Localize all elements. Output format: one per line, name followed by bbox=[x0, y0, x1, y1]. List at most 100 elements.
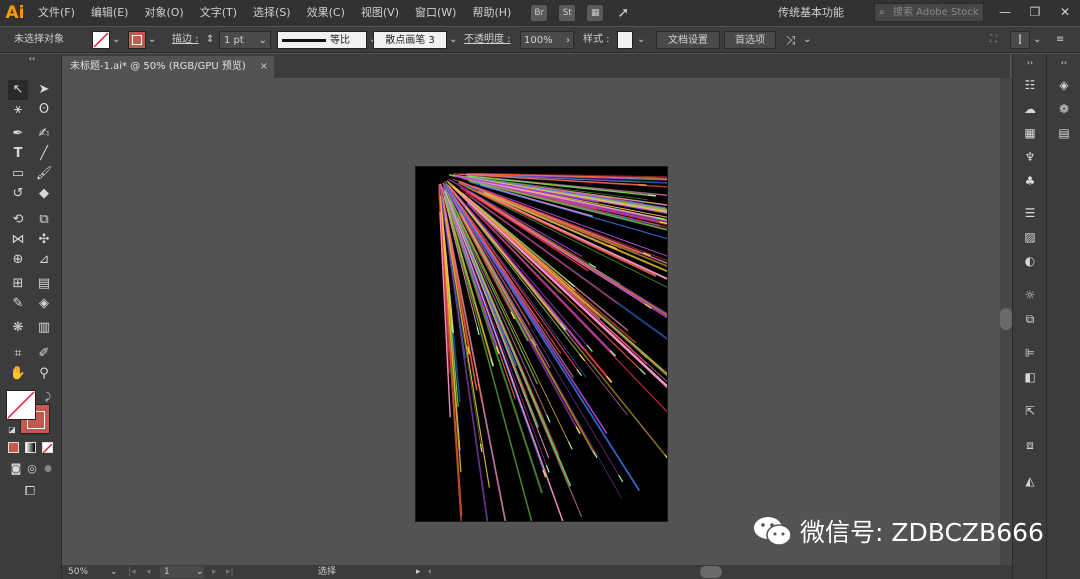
variable-width-profile[interactable]: 等比 bbox=[277, 31, 367, 49]
draw-inside-icon[interactable]: ● bbox=[38, 459, 58, 479]
artboard-tool-icon[interactable]: ⌗ bbox=[8, 344, 28, 364]
gradient-mode-icon[interactable] bbox=[25, 442, 36, 453]
pen-tool-icon[interactable]: ✒ bbox=[8, 124, 28, 144]
close-window-button[interactable]: ✕ bbox=[1050, 0, 1080, 26]
menu-edit[interactable]: 编辑(E) bbox=[83, 0, 137, 26]
menu-file[interactable]: 文件(F) bbox=[30, 0, 83, 26]
export-icon[interactable]: ⇱ bbox=[1021, 402, 1039, 420]
symbol-sprayer-tool-icon[interactable]: ❋ bbox=[8, 318, 28, 338]
line-tool-icon[interactable]: ╱ bbox=[34, 144, 54, 164]
preferences-button[interactable]: 首选项 bbox=[724, 31, 776, 49]
transparency-icon[interactable]: ◐ bbox=[1021, 252, 1039, 270]
gradient-panel-icon[interactable]: ▨ bbox=[1021, 228, 1039, 246]
menu-type[interactable]: 文字(T) bbox=[192, 0, 245, 26]
collapse-panel-icon[interactable]: ‹‹ bbox=[22, 54, 42, 64]
zoom-dropdown-icon[interactable]: ⌄ bbox=[110, 565, 118, 579]
menu-window[interactable]: 窗口(W) bbox=[407, 0, 464, 26]
magic-wand-tool-icon[interactable]: ⚹ bbox=[8, 100, 28, 120]
menu-object[interactable]: 对象(O) bbox=[136, 0, 191, 26]
eraser-tool-icon[interactable]: ◆ bbox=[34, 184, 54, 204]
hand-tool-icon[interactable]: ✋ bbox=[8, 364, 28, 384]
menu-select[interactable]: 选择(S) bbox=[245, 0, 299, 26]
graphic-styles-icon[interactable]: ⧉ bbox=[1021, 310, 1039, 328]
color-panel-icon[interactable]: ❁ bbox=[1055, 100, 1073, 118]
fill-color-box[interactable] bbox=[6, 390, 36, 420]
brush-dropdown-icon[interactable]: ⌄ bbox=[449, 31, 459, 49]
shaper-tool-icon[interactable]: ↺ bbox=[8, 184, 28, 204]
gpu-rocket-icon[interactable]: ➚ bbox=[615, 5, 631, 21]
properties-icon[interactable]: ☷ bbox=[1021, 76, 1039, 94]
eyedropper-tool-icon[interactable]: ✎ bbox=[8, 294, 28, 314]
stroke-panel-icon[interactable]: ☰ bbox=[1021, 204, 1039, 222]
rectangle-tool-icon[interactable]: ▭ bbox=[8, 164, 28, 184]
info-panel-icon[interactable]: ▤ bbox=[1055, 124, 1073, 142]
curvature-tool-icon[interactable]: ✍ bbox=[34, 124, 54, 144]
align-panel-icon[interactable]: ⫿ bbox=[1010, 31, 1030, 49]
gradient-tool-icon[interactable]: ▤ bbox=[34, 274, 54, 294]
fill-dropdown-icon[interactable]: ⌄ bbox=[112, 31, 122, 49]
horizontal-scroll-thumb[interactable] bbox=[700, 566, 722, 578]
artboard[interactable] bbox=[415, 166, 668, 522]
panel-menu-dropdown-icon[interactable]: ⌄ bbox=[1033, 31, 1043, 49]
panel-menu-icon[interactable]: ≡ bbox=[1056, 31, 1070, 49]
color-mode-icon[interactable] bbox=[8, 442, 19, 453]
column-graph-tool-icon[interactable]: ▥ bbox=[34, 318, 54, 338]
arrange-documents-icon[interactable]: ▦ bbox=[587, 5, 604, 21]
symbols-icon[interactable]: ♣ bbox=[1021, 172, 1039, 190]
artboards-panel-icon[interactable]: ⧈ bbox=[1021, 436, 1039, 454]
none-mode-icon[interactable] bbox=[42, 442, 53, 454]
pathfinder-icon[interactable]: ◧ bbox=[1021, 368, 1039, 386]
swatches-icon[interactable]: ▦ bbox=[1021, 124, 1039, 142]
stock-search-input[interactable]: ⌕ 搜索 Adobe Stock bbox=[874, 3, 984, 22]
direct-selection-tool-icon[interactable]: ➤ bbox=[34, 80, 54, 100]
stroke-weight-field[interactable]: 1 pt ⌄ bbox=[219, 31, 271, 49]
swap-fill-stroke-icon[interactable]: ⤸ bbox=[38, 388, 58, 408]
select-similar-dropdown-icon[interactable]: ⌄ bbox=[803, 31, 813, 49]
close-tab-icon[interactable]: × bbox=[260, 56, 268, 78]
scale-tool-icon[interactable]: ⧉ bbox=[34, 210, 54, 230]
fill-swatch[interactable] bbox=[92, 31, 110, 49]
stroke-stepper-icon[interactable]: ⇕ bbox=[206, 31, 218, 49]
first-artboard-icon[interactable]: |◂ bbox=[128, 565, 136, 579]
collapse-dock-icon[interactable]: ›› bbox=[1021, 54, 1039, 72]
last-artboard-icon[interactable]: ▸| bbox=[226, 565, 234, 579]
document-setup-button[interactable]: 文档设置 bbox=[656, 31, 720, 49]
expand-dock-icon[interactable]: ‹‹ bbox=[1055, 54, 1073, 72]
default-colors-icon[interactable]: ◪ bbox=[2, 420, 22, 440]
shape-builder-tool-icon[interactable]: ⊕ bbox=[8, 250, 28, 270]
restore-button[interactable]: ❐ bbox=[1020, 0, 1050, 26]
next-artboard-icon[interactable]: ▸ bbox=[212, 565, 217, 579]
layers-icon[interactable]: ◈ bbox=[1055, 76, 1073, 94]
scroll-left-icon[interactable]: ‹ bbox=[428, 565, 432, 579]
rotate-tool-icon[interactable]: ⟲ bbox=[8, 210, 28, 230]
stock-icon[interactable]: St bbox=[559, 5, 576, 21]
menu-view[interactable]: 视图(V) bbox=[353, 0, 407, 26]
type-tool-icon[interactable]: T bbox=[8, 144, 28, 164]
zoom-level[interactable]: 50% bbox=[68, 565, 88, 579]
opacity-label[interactable]: 不透明度 : bbox=[464, 31, 511, 49]
stroke-swatch[interactable] bbox=[128, 31, 146, 49]
image-trace-icon[interactable]: ◭ bbox=[1021, 472, 1039, 490]
brushes-icon[interactable]: ♆ bbox=[1021, 148, 1039, 166]
appearance-icon[interactable]: ☼ bbox=[1021, 286, 1039, 304]
style-dropdown-icon[interactable]: ⌄ bbox=[637, 31, 647, 49]
menu-effect[interactable]: 效果(C) bbox=[299, 0, 353, 26]
align-icon[interactable]: ⊫ bbox=[1021, 344, 1039, 362]
stroke-label[interactable]: 描边 : bbox=[172, 31, 199, 49]
bridge-icon[interactable]: Br bbox=[531, 5, 548, 21]
cc-libraries-icon[interactable]: ☁ bbox=[1021, 100, 1039, 118]
artboard-dropdown-icon[interactable]: ⌄ bbox=[196, 565, 204, 579]
prev-artboard-icon[interactable]: ◂ bbox=[146, 565, 151, 579]
minimize-button[interactable]: — bbox=[990, 0, 1020, 26]
vertical-scroll-thumb[interactable] bbox=[1000, 308, 1012, 330]
document-tab[interactable]: 未标题-1.ai* @ 50% (RGB/GPU 预览) × bbox=[62, 56, 274, 78]
stroke-dropdown-icon[interactable]: ⌄ bbox=[148, 31, 158, 49]
brush-definition-field[interactable]: 散点画笔 3 bbox=[373, 31, 447, 49]
status-play-icon[interactable]: ▸ bbox=[416, 565, 421, 579]
screen-mode-icon[interactable]: ⧠ bbox=[20, 482, 40, 502]
opacity-field[interactable]: 100% › bbox=[520, 31, 574, 49]
transform-icon[interactable]: ⛶ bbox=[990, 31, 1004, 49]
lasso-tool-icon[interactable]: ʘ bbox=[34, 100, 54, 120]
mesh-tool-icon[interactable]: ⊞ bbox=[8, 274, 28, 294]
puppet-warp-tool-icon[interactable]: ✣ bbox=[34, 230, 54, 250]
